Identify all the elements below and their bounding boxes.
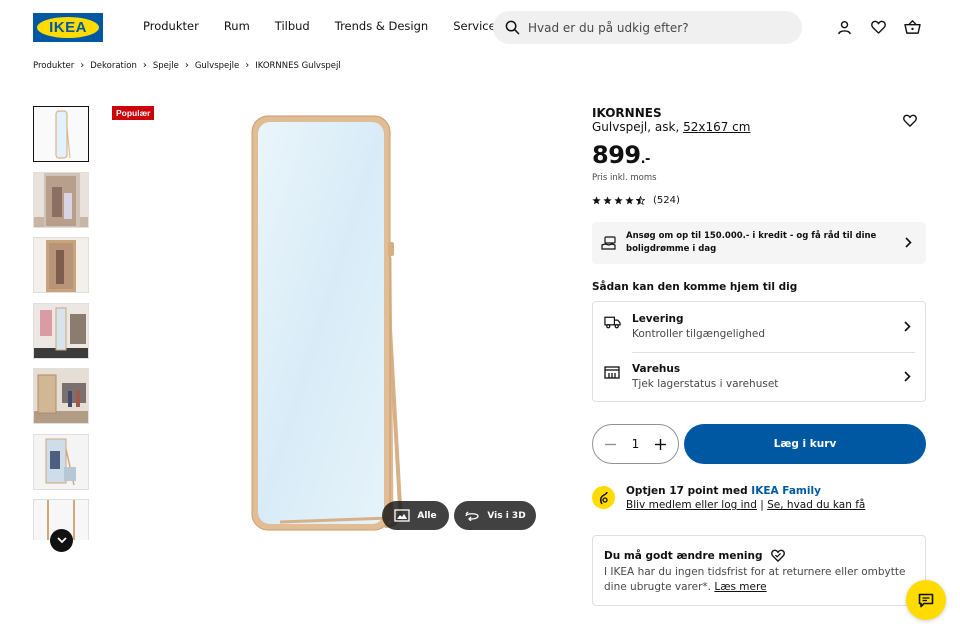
- return-title: Du må godt ændre mening: [604, 549, 785, 562]
- delivery-option-subtitle: Kontroller tilgængelighed: [632, 328, 766, 340]
- quantity-increase-button[interactable]: [654, 438, 666, 450]
- star-icon: [603, 196, 612, 205]
- product-name: IKORNNES: [592, 106, 662, 120]
- credit-card-hand-icon: [601, 236, 616, 250]
- thumbnail-1[interactable]: [33, 106, 89, 162]
- product-description: Gulvspejl, ask, 52x167 cm: [592, 120, 750, 134]
- product-description-text: Gulvspejl, ask,: [592, 120, 680, 134]
- chevron-right-icon: [904, 321, 911, 332]
- chevron-right-icon: [904, 371, 911, 382]
- user-icon[interactable]: [835, 18, 853, 36]
- heart-icon[interactable]: [869, 18, 887, 36]
- credit-banner[interactable]: Ansøg om op til 150.000.- i kredit - og …: [592, 222, 926, 264]
- star-icon: [614, 196, 623, 205]
- rotate-3d-icon: [465, 511, 479, 521]
- all-images-label: Alle: [417, 510, 437, 521]
- add-to-favorites-heart-icon[interactable]: [903, 112, 919, 128]
- view-3d-label: Vis i 3D: [487, 510, 526, 521]
- thumbnail-5[interactable]: [33, 368, 89, 424]
- delivery-option-varehus[interactable]: Varehus Tjek lagerstatus i varehuset: [593, 352, 925, 402]
- breadcrumb: Produkter › Dekoration › Spejle › Gulvsp…: [33, 60, 341, 71]
- family-title-text: Optjen 17 point med: [626, 485, 752, 497]
- thumbnail-list: [33, 106, 91, 540]
- ikea-logo[interactable]: IKEA: [33, 13, 103, 42]
- chevron-right-icon: ›: [80, 60, 85, 71]
- half-star-icon: [636, 196, 645, 205]
- chevron-right-icon: ›: [184, 60, 189, 71]
- product-size-link[interactable]: 52x167 cm: [683, 120, 750, 134]
- thumbnail-6[interactable]: [33, 433, 89, 490]
- thumbnail-scroll-down-button[interactable]: [50, 529, 73, 552]
- read-more-link[interactable]: Læs mere: [714, 581, 766, 593]
- family-links: Bliv medlem eller log ind | Se, hvad du …: [626, 499, 865, 511]
- delivery-option-title: Varehus: [632, 363, 681, 375]
- star-rating: [592, 196, 645, 205]
- delivery-option-subtitle: Tjek lagerstatus i varehuset: [632, 378, 779, 390]
- search-input[interactable]: [528, 20, 788, 35]
- nav-produkter[interactable]: Produkter: [143, 19, 199, 33]
- breadcrumb-gulvspejle[interactable]: Gulvspejle: [195, 61, 239, 71]
- delivery-section-title: Sådan kan den komme hjem til dig: [592, 281, 798, 293]
- all-images-button[interactable]: Alle: [382, 501, 449, 530]
- quantity-decrease-button[interactable]: [605, 439, 616, 450]
- search-icon: [505, 20, 520, 35]
- nav-trends-design[interactable]: Trends & Design: [335, 19, 428, 33]
- product-price: 899.-: [592, 141, 650, 169]
- chevron-down-icon: [56, 537, 67, 544]
- chevron-right-icon: ›: [245, 60, 250, 71]
- header: IKEA Produkter Rum Tilbud Trends & Desig…: [0, 0, 960, 56]
- credit-text: Ansøg om op til 150.000.- i kredit - og …: [626, 231, 877, 254]
- price-note: Pris inkl. moms: [592, 173, 657, 183]
- chat-icon: [918, 593, 934, 607]
- gallery-icon: [394, 509, 411, 522]
- thumbnail-3[interactable]: [33, 237, 89, 293]
- store-icon: [604, 366, 620, 379]
- chat-button[interactable]: [906, 580, 946, 620]
- return-policy-box: Du må godt ændre mening I IKEA har du in…: [592, 535, 926, 606]
- rating[interactable]: (524): [592, 195, 680, 206]
- price-value: 899: [592, 141, 641, 169]
- delivery-option-title: Levering: [632, 313, 684, 325]
- star-icon: [625, 196, 634, 205]
- delivery-options: Levering Kontroller tilgængelighed Vareh…: [592, 301, 926, 402]
- popular-badge: Populær: [112, 106, 155, 120]
- minus-icon: [605, 443, 616, 445]
- plus-icon: [654, 438, 666, 450]
- price-suffix: .-: [640, 152, 651, 167]
- chevron-right-icon: ›: [142, 60, 147, 71]
- thumbnail-2[interactable]: [33, 171, 89, 228]
- nav-rum[interactable]: Rum: [224, 19, 250, 33]
- breadcrumb-produkter[interactable]: Produkter: [33, 61, 74, 71]
- quantity-value[interactable]: 1: [632, 437, 640, 451]
- breadcrumb-dekoration[interactable]: Dekoration: [90, 61, 137, 71]
- chevron-right-icon: [905, 237, 912, 248]
- family-signup-link[interactable]: Bliv medlem eller log ind: [626, 499, 757, 511]
- cart-icon[interactable]: [903, 18, 921, 36]
- quantity-stepper: 1: [592, 424, 679, 464]
- family-link-separator: |: [756, 499, 768, 511]
- ikea-family-link[interactable]: IKEA Family: [751, 485, 821, 497]
- nav-tilbud[interactable]: Tilbud: [275, 19, 310, 33]
- breadcrumb-spejle[interactable]: Spejle: [153, 61, 179, 71]
- main-nav: Produkter Rum Tilbud Trends & Design Ser…: [143, 19, 525, 33]
- add-to-cart-button[interactable]: Læg i kurv: [684, 424, 926, 464]
- ikea-family-icon: [592, 486, 615, 509]
- delivery-option-levering[interactable]: Levering Kontroller tilgængelighed: [593, 302, 925, 352]
- family-benefits-link[interactable]: Se, hvad du kan få: [767, 499, 865, 511]
- truck-icon: [604, 316, 621, 329]
- product-image[interactable]: [240, 108, 560, 538]
- view-3d-button[interactable]: Vis i 3D: [454, 501, 536, 530]
- logo-text: IKEA: [37, 17, 99, 38]
- breadcrumb-current[interactable]: IKORNNES Gulvspejl: [255, 61, 341, 71]
- heart-return-icon: [770, 549, 785, 562]
- return-title-text: Du må godt ændre mening: [604, 549, 763, 562]
- review-count: (524): [653, 195, 680, 206]
- search-bar[interactable]: [493, 11, 802, 44]
- family-title: Optjen 17 point med IKEA Family: [626, 485, 821, 497]
- thumbnail-4[interactable]: [33, 302, 89, 359]
- return-text: I IKEA har du ingen tidsfrist for at ret…: [604, 565, 914, 595]
- star-icon: [592, 196, 601, 205]
